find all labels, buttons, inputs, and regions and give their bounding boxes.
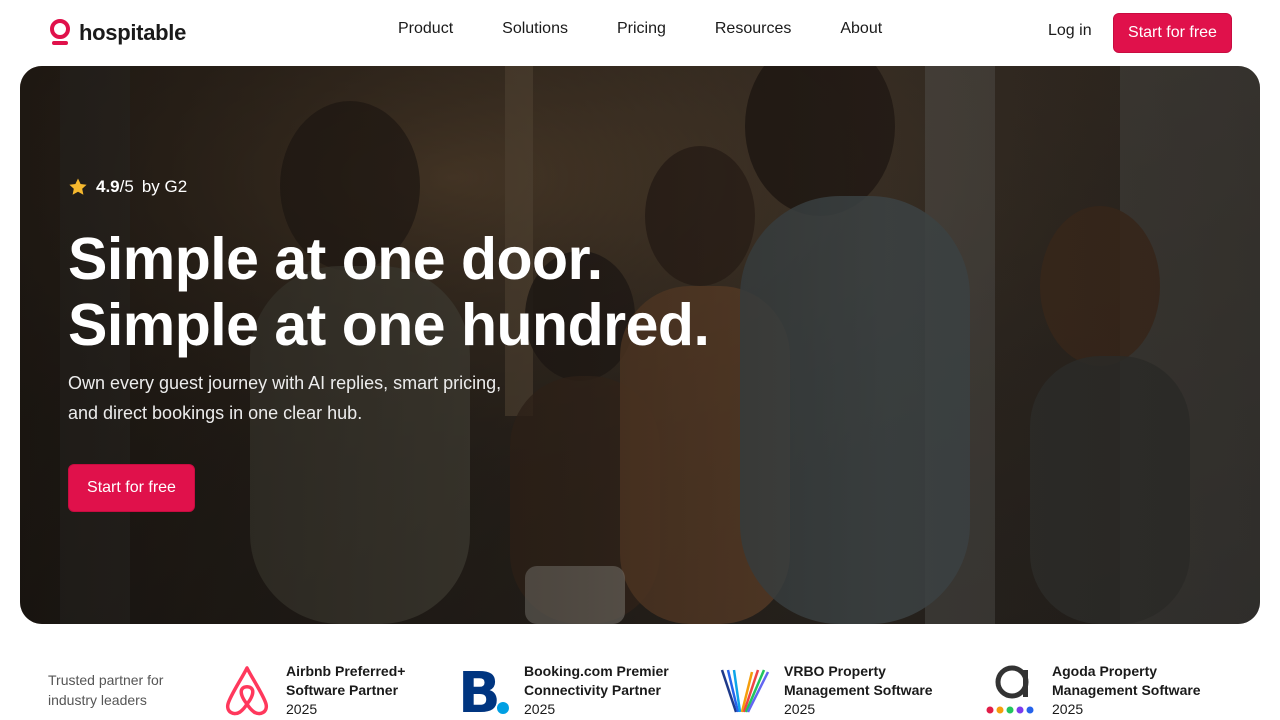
partner-title-line-2: Management Software	[1052, 682, 1201, 698]
partner-title-line-1: Airbnb Preferred+	[286, 663, 406, 679]
rating-scale: /5	[119, 177, 134, 196]
site-header: hospitable Product Solutions Pricing Res…	[0, 0, 1280, 64]
airbnb-logo-icon	[225, 666, 269, 716]
partner-year: 2025	[286, 701, 318, 717]
nav-solutions[interactable]: Solutions	[502, 20, 568, 38]
vrbo-logo-icon	[720, 669, 770, 713]
partner-title-line-1: Agoda Property	[1052, 663, 1158, 679]
partner-airbnb: Airbnb Preferred+ Software Partner 2025	[220, 662, 405, 719]
partner-vrbo: VRBO Property Management Software 2025	[718, 662, 933, 719]
hero-subtext: Own every guest journey with AI replies,…	[68, 373, 502, 423]
partner-year: 2025	[524, 701, 556, 717]
brand-name: hospitable	[79, 20, 187, 45]
partner-year: 2025	[784, 701, 816, 717]
hospitable-logo-icon	[50, 19, 70, 45]
main-nav: Product Solutions Pricing Resources Abou…	[398, 20, 931, 38]
nav-pricing[interactable]: Pricing	[617, 20, 666, 38]
headline-line-1: Simple at one door.	[68, 226, 603, 292]
partner-agoda: Agoda Property Management Software 2025	[986, 662, 1201, 719]
hero-section: 4.9 /5 by G2 Simple at one door. Simple …	[20, 66, 1260, 624]
rating-score: 4.9	[96, 177, 120, 196]
star-icon	[69, 178, 87, 195]
hero-headline: Simple at one door. Simple at one hundre…	[68, 226, 710, 358]
hospitable-logo[interactable]: hospitable	[49, 18, 186, 48]
booking-logo-icon: B	[458, 662, 509, 716]
nav-about[interactable]: About	[840, 20, 882, 38]
partner-title-line-1: Booking.com Premier	[524, 663, 669, 679]
agoda-logo-icon	[986, 665, 1034, 714]
partner-title-line-1: VRBO Property	[784, 663, 886, 679]
partners-section: Trusted partner for industry leaders Air…	[0, 640, 1280, 720]
partner-year: 2025	[1052, 701, 1084, 717]
partner-booking: B Booking.com Premier Connectivity Partn…	[458, 662, 669, 719]
header-start-free-button[interactable]: Start for free	[1113, 13, 1232, 53]
trusted-partner-label: Trusted partner for industry leaders	[48, 672, 164, 708]
nav-resources[interactable]: Resources	[715, 20, 791, 38]
hero-start-free-button[interactable]: Start for free	[68, 464, 195, 512]
nav-product[interactable]: Product	[398, 20, 453, 38]
g2-rating: 4.9 /5 by G2	[68, 177, 187, 197]
partner-title-line-2: Connectivity Partner	[524, 682, 661, 698]
headline-line-2: Simple at one hundred.	[68, 292, 710, 358]
svg-text:B: B	[458, 662, 501, 716]
partner-title-line-2: Software Partner	[286, 682, 399, 698]
login-link[interactable]: Log in	[1048, 22, 1092, 40]
rating-source: by G2	[141, 177, 188, 196]
partner-title-line-2: Management Software	[784, 682, 933, 698]
